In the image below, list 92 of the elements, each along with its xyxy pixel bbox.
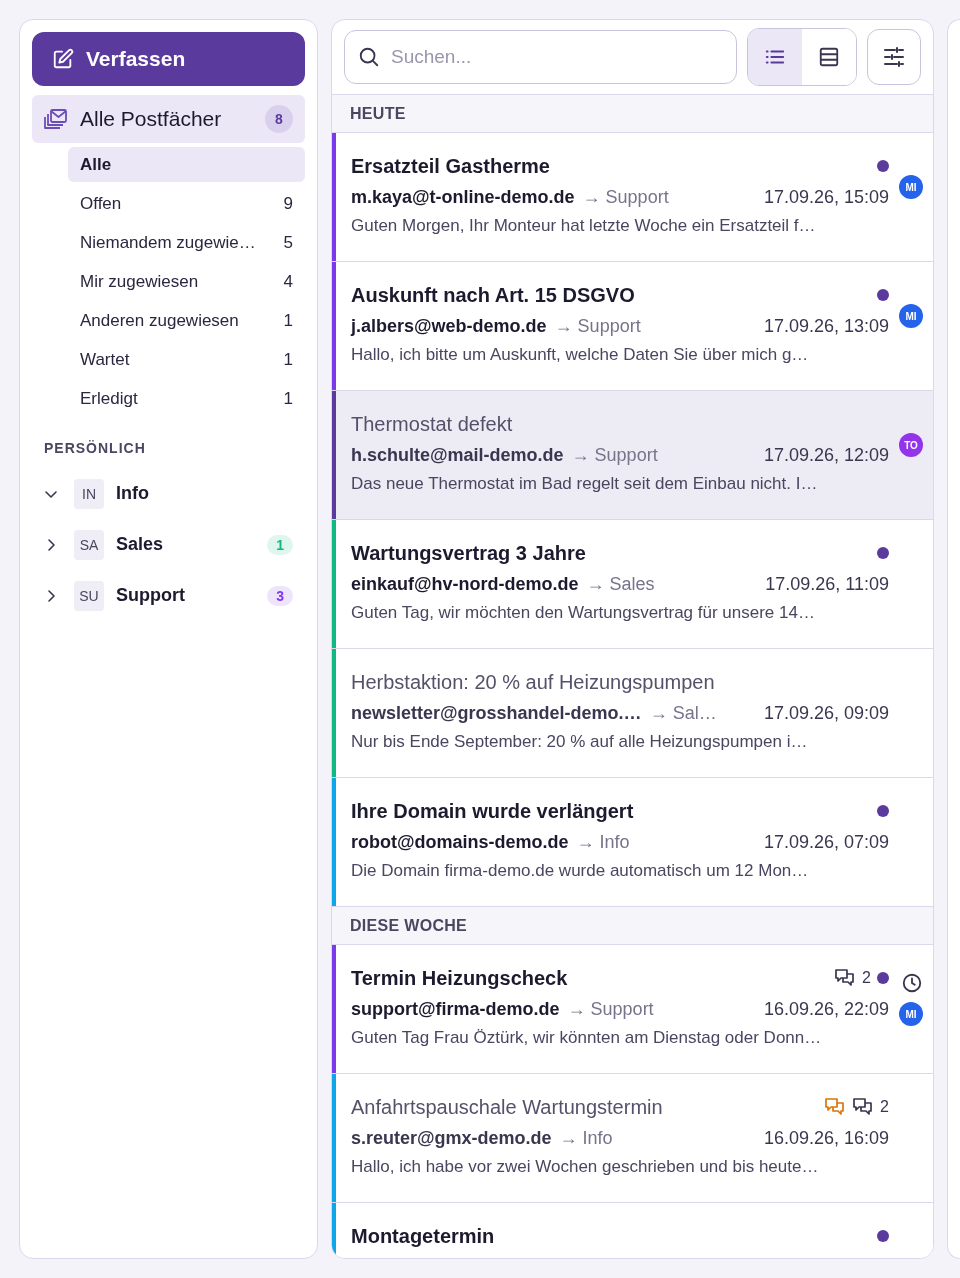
message-date: 16.09.26, 16:09 [763,1128,889,1149]
message-subject: Herbstaktion: 20 % auf Heizungspumpen [351,670,715,694]
mailbox-item[interactable]: SA Sales 1 [32,525,305,564]
message-sender: m.kaya@t-online-demo.de [351,187,575,208]
message-date: 17.09.26, 09:09 [763,703,889,724]
message-preview: Hallo, ich habe vor zwei Wochen geschrieben und bis heute… [351,1157,820,1177]
unread-dot [877,160,889,172]
message-row[interactable]: Anfahrtspauschale Wartungstermin 2 s.reuter@gmx-demo.de → Info 16.09.26, 16:09 Hallo, ich habe vor zwei Wochen geschrieben und bis heute… [332,1074,933,1203]
message-subject: Wartungsvertrag 3 Jahre [351,541,586,565]
count-badge: 1 [267,534,293,555]
message-row[interactable]: Ersatzteil Gastherme m.kaya@t-online-demo.de → Support 17.09.26, 15:09 Guten Morgen, Ihr Monteur hat letzte Woche ein Ersatzteil f… MI [332,133,933,262]
filter-item[interactable]: Offen 9 [68,186,305,221]
message-preview: Nur bis Ende September: 20 % auf alle Heizungspumpen i… [351,732,809,752]
message-sender: h.schulte@mail-demo.de [351,445,564,466]
filter-item[interactable]: Niemandem zugewie… 5 [68,225,305,260]
search-icon [358,46,380,68]
search-field[interactable]: Suchen... [344,30,737,84]
unread-dot [877,805,889,817]
mailbox-initials: SA [74,529,104,560]
message-sender: j.albers@web-demo.de [351,316,547,337]
target-mailbox: → Sal… [649,703,717,724]
mailbox-item[interactable]: SU Support 3 [32,576,305,615]
message-sender: newsletter@grosshandel-demo.… [351,703,642,724]
table-icon [818,46,840,68]
message-row[interactable]: Ihre Domain wurde verlängert robot@domains-demo.de → Info 17.09.26, 07:09 Die Domain firma-demo.de wurde automatisch um 12 Mon… [332,778,933,907]
target-mailbox: → Sales [586,574,655,595]
avatar: MI [899,175,923,199]
avatar: MI [899,1002,923,1026]
target-mailbox: → Info [576,832,630,853]
message-preview: Hallo, ich bitte um Auskunft, welche Daten Sie über mich g… [351,345,810,365]
message-date: 16.09.26, 22:09 [763,999,889,1020]
message-preview: Guten Tag, wir möchten den Wartungsvertrag für unsere 14… [351,603,816,623]
message-row[interactable]: Thermostat defekt h.schulte@mail-demo.de → Support 17.09.26, 12:09 Das neue Thermostat im Bad regelt seit dem Einbau nicht. I… TO [332,391,933,520]
sliders-icon [882,45,906,69]
message-preview: Das neue Thermostat im Bad regelt seit dem Einbau nicht. I… [351,474,819,494]
message-preview: Die Domain firma-demo.de wurde automatisch um 12 Mon… [351,861,810,881]
compose-button[interactable]: Verfassen [32,32,305,86]
edit-icon [52,48,74,70]
comment-count: 2 [880,1098,889,1116]
message-row[interactable]: Wartungsvertrag 3 Jahre einkauf@hv-nord-demo.de → Sales 17.09.26, 11:09 Guten Tag, wir möchten den Wartungsvertrag für unsere 14… [332,520,933,649]
message-date: 17.09.26, 07:09 [763,832,889,853]
mailbox-item[interactable]: IN Info [32,474,305,513]
message-sender: s.reuter@gmx-demo.de [351,1128,552,1149]
message-date: 17.09.26, 13:09 [763,316,889,337]
message-date: 17.09.26, 15:09 [763,187,889,208]
filter-item[interactable]: Mir zugewiesen 4 [68,264,305,299]
message-subject: Termin Heizungscheck [351,966,568,990]
filter-item[interactable]: Wartet 1 [68,342,305,377]
count-badge: 3 [267,585,293,606]
target-mailbox: → Info [559,1128,613,1149]
message-subject: Ersatzteil Gastherme [351,154,550,178]
message-subject: Auskunft nach Art. 15 DSGVO [351,283,635,307]
message-preview: Guten Tag Frau Öztürk, wir könnten am Dienstag oder Donn… [351,1028,823,1048]
mailbox-initials: SU [74,580,104,611]
message-sender: einkauf@hv-nord-demo.de [351,574,579,595]
message-subject: Thermostat defekt [351,412,513,436]
filter-item[interactable]: Alle [68,147,305,182]
message-sender: support@firma-demo.de [351,999,560,1020]
message-subject: Montagetermin [351,1224,495,1248]
unread-dot [877,547,889,559]
message-preview: Guten Morgen, Ihr Monteur hat letzte Woche ein Ersatzteil f… [351,216,817,236]
all-mailboxes-item[interactable]: Alle Postfächer 8 [32,95,305,143]
message-row[interactable]: Termin Heizungscheck 2 support@firma-demo.de → Support 16.09.26, 22:09 Guten Tag Frau Öztürk, wir könnten am Dienstag oder Donn… MI [332,945,933,1074]
filter-settings-button[interactable] [867,29,921,85]
comments-icon [852,1097,875,1117]
comments-icon [834,968,857,988]
mailboxes-icon [44,108,68,130]
group-header: DIESE WOCHE [332,907,933,945]
count-badge: 8 [265,105,293,133]
message-sender: robot@domains-demo.de [351,832,569,853]
avatar: MI [899,304,923,328]
group-header: HEUTE [332,95,933,133]
unread-dot [877,972,889,984]
unread-dot [877,1230,889,1242]
target-mailbox: → Support [567,999,654,1020]
comment-count: 2 [862,969,871,987]
mailbox-initials: IN [74,478,104,509]
message-row[interactable]: Montagetermin [332,1203,933,1258]
message-date: 17.09.26, 11:09 [765,574,889,595]
section-title: PERSÖNLICH [44,440,147,456]
filter-item[interactable]: Anderen zugewiesen 1 [68,303,305,338]
message-subject: Anfahrtspauschale Wartungstermin [351,1095,663,1119]
message-row[interactable]: Auskunft nach Art. 15 DSGVO j.albers@web-demo.de → Support 17.09.26, 13:09 Hallo, ich bitte um Auskunft, welche Daten Sie über mich g… MI [332,262,933,391]
target-mailbox: → Support [554,316,641,337]
target-mailbox: → Support [571,445,658,466]
avatar: TO [899,433,923,457]
message-subject: Ihre Domain wurde verlängert [351,799,634,823]
message-row[interactable]: Herbstaktion: 20 % auf Heizungspumpen newsletter@grosshandel-demo.… → Sal… 17.09.26, 09:09 Nur bis Ende September: 20 % auf alle Heizungspumpen i… [332,649,933,778]
unread-dot [877,289,889,301]
target-mailbox: → Support [582,187,669,208]
filter-item[interactable]: Erledigt 1 [68,381,305,416]
message-date: 17.09.26, 12:09 [763,445,889,466]
